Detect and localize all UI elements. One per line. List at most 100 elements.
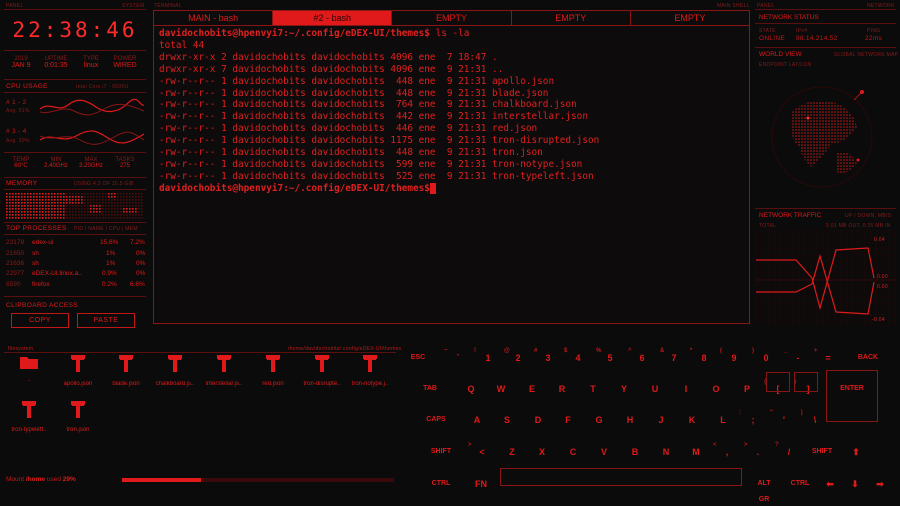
key-2[interactable]: 2 @ <box>504 348 530 366</box>
key-z[interactable]: Z <box>500 444 524 460</box>
terminal-prompt: davidochobits@hpenvyi7 <box>159 28 284 39</box>
key-o[interactable]: O <box>704 381 728 397</box>
processes-title: TOP PROCESSES <box>6 225 67 232</box>
key-up-arrow[interactable]: ⬆ <box>844 444 868 460</box>
key-caps[interactable]: CAPS <box>424 412 448 428</box>
table-row[interactable]: 21650 sh 1% 0% <box>6 250 146 260</box>
key-alt-gr[interactable]: ALT GR <box>752 476 776 503</box>
key-s[interactable]: S <box>495 412 519 428</box>
key-9[interactable]: 9( <box>720 348 746 366</box>
key-esc[interactable]: ESC <box>406 350 430 366</box>
key-c[interactable]: C <box>561 444 585 460</box>
terminal-window[interactable]: MAIN - bash #2 - bash EMPTY EMPTY EMPTY … <box>153 10 750 324</box>
key-i[interactable]: I <box>674 381 698 397</box>
key-g[interactable]: G <box>587 412 611 428</box>
key-d[interactable]: D <box>526 412 550 428</box>
key-x[interactable]: X <box>530 444 554 460</box>
key-r[interactable]: R <box>550 381 574 397</box>
enter-key-box[interactable] <box>826 370 878 422</box>
key-equals[interactable]: = + <box>814 348 840 366</box>
bracket-left-key-box[interactable] <box>766 372 790 392</box>
file-item-parent[interactable]: .. <box>6 354 52 383</box>
key-b[interactable]: B <box>623 444 647 460</box>
key-0[interactable]: 0) <box>752 348 778 366</box>
key-shift[interactable]: SHIFT <box>429 444 453 460</box>
tab-main[interactable]: MAIN - bash <box>154 11 274 25</box>
file-item[interactable]: blade.json <box>103 354 149 387</box>
key-4[interactable]: 4 $ <box>564 348 590 366</box>
key-period[interactable]: . > <box>744 442 770 460</box>
file-item[interactable]: tron.json <box>55 400 101 433</box>
file-item[interactable]: interstellar.js.. <box>201 354 247 387</box>
key-j[interactable]: J <box>649 412 673 428</box>
key-5[interactable]: 5% <box>596 348 622 366</box>
key-slash[interactable]: /? <box>775 442 801 460</box>
key-f[interactable]: F <box>556 412 580 428</box>
terminal-line: drwxr-xr-x 2 davidochobits davidochobits… <box>159 51 498 63</box>
file-item[interactable]: red.json <box>250 354 296 387</box>
network-ip: 88.14.214.52 <box>796 35 838 42</box>
key-6[interactable]: 6 ^ <box>628 348 654 366</box>
key-w[interactable]: W <box>489 381 513 397</box>
key-back[interactable]: BACK <box>856 350 880 366</box>
tab-2[interactable]: #2 - bash <box>273 11 393 25</box>
key-p[interactable]: P <box>735 381 759 397</box>
key-backtick[interactable]: ` ~ <box>444 348 470 366</box>
key-3[interactable]: 3 # <box>534 348 560 366</box>
table-row[interactable]: 22977 eDEX-UI.linux.a.. 0.9% 0% <box>6 270 146 280</box>
key-less-than[interactable]: < > <box>468 442 494 460</box>
key-right-arrow[interactable]: ➡ <box>868 476 892 492</box>
file-json-icon <box>71 355 85 372</box>
key-shift[interactable]: SHIFT <box>810 444 834 460</box>
key-ctrl[interactable]: CTRL <box>429 476 453 492</box>
key-k[interactable]: K <box>680 412 704 428</box>
space-bar[interactable] <box>500 468 742 486</box>
key-semicolon[interactable]: ;: <box>739 410 765 428</box>
key-tab[interactable]: TAB <box>418 381 442 397</box>
key-u[interactable]: U <box>643 381 667 397</box>
table-row[interactable]: 6590 firefox 0.2% 6.6% <box>6 281 146 291</box>
tab-empty-2[interactable]: EMPTY <box>512 11 631 25</box>
key-l[interactable]: L <box>711 412 735 428</box>
file-item[interactable]: chalkboard.js.. <box>152 354 198 387</box>
clipboard-title: CLIPBOARD ACCESS <box>6 302 79 309</box>
file-item[interactable]: tron-disrupte.. <box>299 354 345 387</box>
key-n[interactable]: N <box>654 444 678 460</box>
terminal-line: drwxr-xr-x 7 davidochobits davidochobits… <box>159 63 504 75</box>
file-item[interactable]: apollo.json <box>55 354 101 387</box>
file-item[interactable]: tron-typeleft.. <box>6 400 52 433</box>
table-row[interactable]: 23178 edex-ui 15.6% 7.2% <box>6 239 146 249</box>
key-m[interactable]: M <box>684 444 708 460</box>
file-item[interactable]: tron-notype.j.. <box>347 354 393 387</box>
key-8[interactable]: 8 * <box>690 348 716 366</box>
copy-button[interactable]: COPY <box>11 313 69 328</box>
key-a[interactable]: A <box>465 412 489 428</box>
key-y[interactable]: Y <box>612 381 636 397</box>
tab-empty-1[interactable]: EMPTY <box>392 11 512 25</box>
key-ctrl[interactable]: CTRL <box>788 476 812 492</box>
key-comma[interactable]: , < <box>713 442 739 460</box>
terminal-path: :~/.config/eDEX-UI/themes$ <box>283 28 430 39</box>
key-q[interactable]: Q <box>459 381 483 397</box>
endpoint-label: ENDPOINT LAT/LON <box>759 62 812 68</box>
key-e[interactable]: E <box>520 381 544 397</box>
key-t[interactable]: T <box>581 381 605 397</box>
key-minus[interactable]: - _ <box>784 348 810 366</box>
key-v[interactable]: V <box>592 444 616 460</box>
key-h[interactable]: H <box>618 412 642 428</box>
terminal-output[interactable]: davidochobits@hpenvyi7:~/.config/eDEX-UI… <box>154 26 749 197</box>
globe-icon[interactable] <box>762 72 896 202</box>
key-left-arrow[interactable]: ⬅ <box>818 476 842 492</box>
key-quote[interactable]: ' " <box>770 410 796 428</box>
paste-button[interactable]: PASTE <box>77 313 135 328</box>
terminal-label: TERMINAL <box>154 3 182 9</box>
tab-empty-3[interactable]: EMPTY <box>631 11 749 25</box>
terminal-line: -rw-r--r-- 1 davidochobits davidochobits… <box>159 75 555 87</box>
key-fn[interactable]: FN <box>469 476 493 492</box>
key-backslash[interactable]: \ | <box>801 410 827 428</box>
key-down-arrow[interactable]: ⬇ <box>843 476 867 492</box>
key-1[interactable]: 1! <box>474 348 500 366</box>
bracket-right-key-box[interactable] <box>794 372 818 392</box>
table-row[interactable]: 21636 sh 1% 0% <box>6 260 146 270</box>
key-7[interactable]: 7 & <box>660 348 686 366</box>
